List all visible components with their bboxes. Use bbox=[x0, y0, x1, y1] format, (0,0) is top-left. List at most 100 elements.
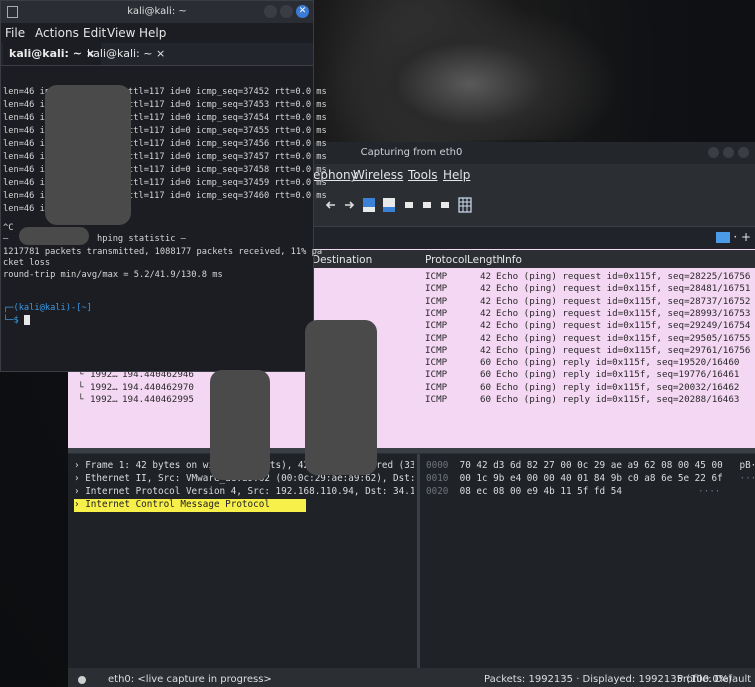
col-info[interactable]: Info bbox=[502, 254, 522, 266]
terminal-line-tail: ttl=117 id=0 icmp_seq=37456 rtt=0.0 ms bbox=[128, 139, 327, 149]
cell-info: Echo (ping) request id=0x115f, seq=29505… bbox=[496, 332, 751, 344]
menu-tools[interactable]: Tools bbox=[408, 168, 438, 182]
hex-offset: 0020 bbox=[426, 486, 449, 497]
cell-info: Echo (ping) request id=0x115f, seq=29761… bbox=[496, 344, 751, 356]
zoom-out-icon[interactable] bbox=[438, 197, 452, 213]
cell-info: Echo (ping) request id=0x115f, seq=28225… bbox=[496, 271, 751, 282]
cell-info: Echo (ping) reply id=0x115f, seq=20288/1… bbox=[496, 394, 740, 405]
tab-label: kali@kali: ~ bbox=[87, 47, 153, 60]
prompt-corner: ┌─ bbox=[3, 303, 14, 313]
resize-columns-icon[interactable] bbox=[458, 197, 472, 213]
go-last-icon[interactable] bbox=[382, 197, 396, 213]
terminal-line-tail: ttl=117 id=0 icmp_seq=37458 rtt=0.0 ms bbox=[128, 165, 327, 175]
terminal-line-prefix: len=46 ip bbox=[3, 139, 51, 149]
menu-file[interactable]: File bbox=[5, 26, 25, 40]
terminal-line: len=46 ip ttl=117 id=0 icmp_seq=37458 rtt… bbox=[3, 165, 327, 176]
packet-row[interactable]: └ 1992… 194.440462995 ICMP 60 Echo (ping) rep… bbox=[68, 394, 755, 406]
terminal-line: len=46 ip ttl=117 id=0 icmp_seq=37460 rtt… bbox=[3, 191, 327, 202]
terminal-line: len=46 ip ttl=117 id=0 icmp_seq=37454 rtt… bbox=[3, 113, 327, 124]
status-bar: eth0: <live capture in progress> Packets… bbox=[68, 673, 755, 687]
close-icon[interactable]: ✕ bbox=[296, 5, 309, 18]
cell-length: 42 bbox=[480, 320, 492, 332]
cell-protocol: ICMP bbox=[425, 332, 448, 344]
col-protocol[interactable]: Protocol bbox=[425, 254, 467, 266]
cell-time: 194.440462995 bbox=[122, 394, 194, 405]
terminal-line-tail: ttl=117 id=0 icmp_seq=37453 rtt=0.0 ms bbox=[128, 100, 327, 110]
profile-label[interactable]: Profile: Default bbox=[677, 674, 751, 685]
maximize-button[interactable] bbox=[723, 147, 734, 158]
cell-length: 42 bbox=[480, 307, 492, 319]
minimize-button[interactable] bbox=[708, 147, 719, 158]
terminal-line: len=46 ip ttl=117 id=0 icmp_seq=37455 rtt… bbox=[3, 126, 327, 137]
zoom-in-icon[interactable] bbox=[420, 197, 434, 213]
menu-help[interactable]: Help bbox=[139, 26, 166, 40]
close-button[interactable] bbox=[738, 147, 749, 158]
cell-protocol: ICMP bbox=[425, 381, 448, 393]
hex-ascii: pB·m bbox=[739, 460, 755, 471]
detail-ipv4-text: Internet Protocol Version 4, Src: 192.16… bbox=[85, 486, 414, 497]
menu-actions[interactable]: Actions bbox=[35, 26, 79, 40]
terminal-titlebar[interactable]: kali@kali: ~ ✕ bbox=[1, 1, 313, 23]
hex-row: 0000 70 42 d3 6d 82 27 00 0c 29 ae a9 62… bbox=[426, 460, 755, 473]
redaction-scribble bbox=[19, 227, 89, 245]
cell-protocol: ICMP bbox=[425, 357, 448, 369]
cell-protocol: ICMP bbox=[425, 344, 448, 356]
terminal-menubar: File Actions Edit View Help bbox=[1, 23, 313, 43]
maximize-button[interactable] bbox=[280, 5, 293, 18]
terminal-line-tail: ttl=117 id=0 icmp_seq=37454 rtt=0.0 ms bbox=[128, 113, 327, 123]
capture-status-icon bbox=[78, 676, 86, 684]
filter-apply-controls[interactable]: · + bbox=[716, 230, 751, 244]
terminal-stat-line2: cket loss bbox=[3, 258, 51, 268]
terminal-line-prefix: len=46 ip bbox=[3, 126, 51, 136]
tab-terminal-2[interactable]: kali@kali: ~ × bbox=[81, 43, 171, 65]
cell-protocol: ICMP bbox=[425, 394, 448, 405]
hex-bytes: 00 1c 9b e4 00 00 40 01 84 9b c0 a8 6e 5… bbox=[459, 473, 723, 484]
detail-ipv4[interactable]: › Internet Protocol Version 4, Src: 192.… bbox=[74, 486, 414, 499]
cell-no: 1992… bbox=[90, 394, 118, 405]
terminal-line-tail: ttl=117 id=0 icmp_seq=37455 rtt=0.0 ms bbox=[128, 126, 327, 136]
menu-wireless[interactable]: Wireless bbox=[353, 168, 403, 182]
filter-bookmark-icon[interactable] bbox=[716, 232, 731, 243]
wireshark-title: Capturing from eth0 bbox=[360, 147, 463, 158]
pane-divider[interactable] bbox=[68, 448, 755, 453]
prompt-user: (kali@kali) bbox=[13, 303, 72, 313]
terminal-line-prefix: len=46 ip bbox=[3, 178, 51, 188]
terminal-line-prefix: len=46 ip bbox=[3, 191, 51, 201]
go-forward-icon[interactable] bbox=[342, 197, 356, 213]
terminal-input-line[interactable]: └─$ bbox=[3, 315, 30, 327]
cell-length: 42 bbox=[480, 344, 492, 356]
minimize-button[interactable] bbox=[264, 5, 277, 18]
packet-row[interactable]: └ 1992… 194.440462970 ICMP 60 Echo (ping) rep… bbox=[68, 382, 755, 394]
terminal-line-tail: ttl=117 id=0 icmp_seq=37452 rtt=0.0 ms bbox=[128, 87, 327, 97]
menu-edit[interactable]: Edit bbox=[83, 26, 106, 40]
prompt-dir: -[~] bbox=[71, 303, 92, 313]
capture-status: eth0: <live capture in progress> bbox=[108, 674, 272, 685]
terminal-window: kali@kali: ~ ✕ File Actions Edit View He… bbox=[0, 0, 327, 372]
terminal-icon bbox=[7, 6, 18, 18]
col-length[interactable]: Length bbox=[467, 254, 503, 266]
cell-info: Echo (ping) request id=0x115f, seq=28481… bbox=[496, 283, 751, 295]
terminal-title: kali@kali: ~ bbox=[127, 6, 187, 17]
packet-bytes-pane[interactable]: 0000 70 42 d3 6d 82 27 00 0c 29 ae a9 62… bbox=[420, 454, 755, 668]
menu-view[interactable]: View bbox=[107, 26, 135, 40]
cell-info: Echo (ping) reply id=0x115f, seq=19520/1… bbox=[496, 357, 740, 369]
text-cursor bbox=[23, 315, 30, 325]
cell-protocol: ICMP bbox=[425, 320, 448, 332]
cell-protocol: ICMP bbox=[425, 295, 448, 307]
go-first-icon[interactable] bbox=[362, 197, 376, 213]
hex-bytes: 08 ec 08 00 e9 4b 11 5f fd 54 bbox=[459, 486, 622, 497]
terminal-line: len=46 ip ttl=117 id=0 icmp_seq=37459 rtt… bbox=[3, 178, 327, 189]
terminal-stat-line3: round-trip min/avg/max = 5.2/41.9/130.8 … bbox=[3, 270, 223, 280]
hex-offset: 0010 bbox=[426, 473, 449, 484]
tab-label: kali@kali: ~ bbox=[9, 47, 83, 60]
terminal-line-prefix: len=46 ip bbox=[3, 165, 51, 175]
autoscroll-icon[interactable] bbox=[402, 197, 416, 213]
packet-details-pane[interactable]: › Frame 1: 42 bytes on wire (336 bits), … bbox=[68, 454, 417, 668]
cell-info: Echo (ping) request id=0x115f, seq=28737… bbox=[496, 295, 751, 307]
detail-icmp[interactable]: › Internet Control Message Protocol bbox=[74, 499, 306, 512]
terminal-line-prefix: len=46 ip bbox=[3, 113, 51, 123]
terminal-line-tail: ttl=117 id=0 icmp_seq=37459 rtt=0.0 ms bbox=[128, 178, 327, 188]
terminal-tabs: kali@kali: ~ × kali@kali: ~ × bbox=[1, 43, 313, 66]
close-tab-icon[interactable]: × bbox=[156, 47, 165, 60]
menu-help[interactable]: Help bbox=[443, 168, 470, 182]
